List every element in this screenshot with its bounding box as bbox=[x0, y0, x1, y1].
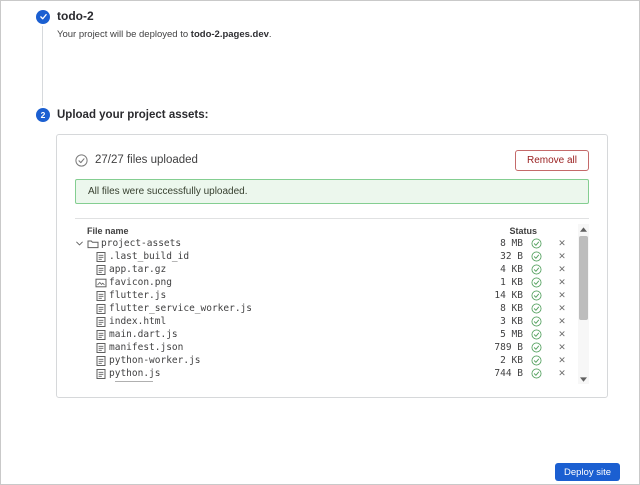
check-icon bbox=[39, 12, 48, 23]
chevron-down-icon[interactable] bbox=[75, 239, 87, 248]
step2-indicator: 2 bbox=[36, 108, 50, 122]
uploaded-check-icon bbox=[523, 264, 549, 275]
folder-icon bbox=[87, 238, 101, 250]
file-name: .last_build_id bbox=[109, 251, 477, 262]
table-row: .last_build_id 32 B ✕ bbox=[75, 250, 589, 263]
table-row: main.dart.js 5 MB ✕ bbox=[75, 328, 589, 341]
step1-complete-indicator bbox=[36, 10, 50, 24]
file-size: 8 MB bbox=[477, 238, 523, 249]
table-row: python-worker.js 2 KB ✕ bbox=[75, 354, 589, 367]
file-name: flutter_service_worker.js bbox=[109, 303, 477, 314]
file-icon bbox=[95, 290, 109, 302]
file-name: python.js bbox=[109, 368, 477, 379]
file-name: project-assets bbox=[101, 238, 477, 249]
uploaded-check-icon bbox=[523, 290, 549, 301]
file-name: main.dart.js bbox=[109, 329, 477, 340]
table-row: project-assets 8 MB ✕ bbox=[75, 237, 589, 250]
panel-divider bbox=[75, 218, 589, 219]
scrollbar-track[interactable] bbox=[578, 234, 589, 374]
clipped-file-row bbox=[75, 380, 589, 382]
file-size: 14 KB bbox=[477, 290, 523, 301]
uploaded-check-icon bbox=[523, 316, 549, 327]
upload-success-banner: All files were successfully uploaded. bbox=[75, 179, 589, 204]
remove-file-button[interactable]: ✕ bbox=[549, 329, 575, 340]
remove-file-button[interactable]: ✕ bbox=[549, 342, 575, 353]
remove-file-button[interactable]: ✕ bbox=[549, 368, 575, 379]
file-icon bbox=[95, 355, 109, 367]
file-name: python-worker.js bbox=[109, 355, 477, 366]
file-size: 3 KB bbox=[477, 316, 523, 327]
clipped-file-text bbox=[115, 381, 153, 382]
file-size: 5 MB bbox=[477, 329, 523, 340]
status-column-header: Status bbox=[509, 226, 537, 236]
uploaded-check-icon bbox=[523, 277, 549, 288]
table-row: python.js 744 B ✕ bbox=[75, 367, 589, 380]
remove-file-button[interactable]: ✕ bbox=[549, 290, 575, 301]
scroll-down-icon[interactable] bbox=[578, 374, 589, 384]
deploy-domain: todo-2.pages.dev bbox=[191, 29, 269, 40]
file-size: 789 B bbox=[477, 342, 523, 353]
file-table: File name Status project-assets 8 MB ✕ bbox=[75, 224, 589, 382]
remove-all-button[interactable]: Remove all bbox=[515, 150, 589, 171]
remove-file-button[interactable]: ✕ bbox=[549, 238, 575, 249]
file-name: app.tar.gz bbox=[109, 264, 477, 275]
table-row: index.html 3 KB ✕ bbox=[75, 315, 589, 328]
file-list: project-assets 8 MB ✕ .last_build_id 32 … bbox=[75, 237, 589, 382]
project-name-title: todo-2 bbox=[57, 9, 94, 23]
uploaded-check-icon bbox=[523, 303, 549, 314]
remove-file-button[interactable]: ✕ bbox=[549, 251, 575, 262]
remove-file-button[interactable]: ✕ bbox=[549, 264, 575, 275]
remove-file-button[interactable]: ✕ bbox=[549, 303, 575, 314]
file-icon bbox=[95, 368, 109, 380]
file-name-column-header: File name bbox=[75, 226, 509, 236]
file-icon bbox=[95, 342, 109, 354]
uploaded-check-icon bbox=[523, 238, 549, 249]
file-name: favicon.png bbox=[109, 277, 477, 288]
uploaded-check-icon bbox=[523, 342, 549, 353]
step2-number: 2 bbox=[41, 110, 46, 120]
file-size: 1 KB bbox=[477, 277, 523, 288]
remove-file-button[interactable]: ✕ bbox=[549, 355, 575, 366]
file-icon bbox=[95, 316, 109, 328]
uploaded-check-icon bbox=[523, 329, 549, 340]
table-row: favicon.png 1 KB ✕ bbox=[75, 276, 589, 289]
file-size: 4 KB bbox=[477, 264, 523, 275]
file-size: 32 B bbox=[477, 251, 523, 262]
table-row: flutter_service_worker.js 8 KB ✕ bbox=[75, 302, 589, 315]
scrollbar-thumb[interactable] bbox=[579, 236, 588, 320]
remove-file-button[interactable]: ✕ bbox=[549, 316, 575, 327]
file-size: 744 B bbox=[477, 368, 523, 379]
image-file-icon bbox=[95, 277, 109, 289]
uploaded-check-icon bbox=[523, 355, 549, 366]
file-name: index.html bbox=[109, 316, 477, 327]
file-icon bbox=[95, 303, 109, 315]
file-icon bbox=[95, 264, 109, 276]
uploaded-check-icon bbox=[523, 251, 549, 262]
file-size: 2 KB bbox=[477, 355, 523, 366]
table-row: manifest.json 789 B ✕ bbox=[75, 341, 589, 354]
scrollbar[interactable] bbox=[578, 224, 589, 384]
upload-step-title: Upload your project assets: bbox=[57, 109, 208, 121]
step-connector-line bbox=[42, 26, 43, 106]
table-row: flutter.js 14 KB ✕ bbox=[75, 289, 589, 302]
file-name: flutter.js bbox=[109, 290, 477, 301]
file-name: manifest.json bbox=[109, 342, 477, 353]
uploaded-check-icon bbox=[523, 368, 549, 379]
remove-file-button[interactable]: ✕ bbox=[549, 277, 575, 288]
deploy-target-description: Your project will be deployed to todo-2.… bbox=[57, 29, 272, 40]
file-icon bbox=[95, 381, 109, 382]
deploy-site-button[interactable]: Deploy site bbox=[555, 463, 620, 481]
upload-progress-text: 27/27 files uploaded bbox=[95, 154, 198, 166]
file-icon bbox=[95, 251, 109, 263]
file-icon bbox=[95, 329, 109, 341]
file-table-header: File name Status bbox=[75, 224, 589, 237]
file-size: 8 KB bbox=[477, 303, 523, 314]
upload-panel: 27/27 files uploaded Remove all All file… bbox=[56, 134, 608, 398]
upload-progress-check-icon bbox=[75, 154, 88, 167]
scroll-up-icon[interactable] bbox=[578, 224, 589, 234]
table-row: app.tar.gz 4 KB ✕ bbox=[75, 263, 589, 276]
